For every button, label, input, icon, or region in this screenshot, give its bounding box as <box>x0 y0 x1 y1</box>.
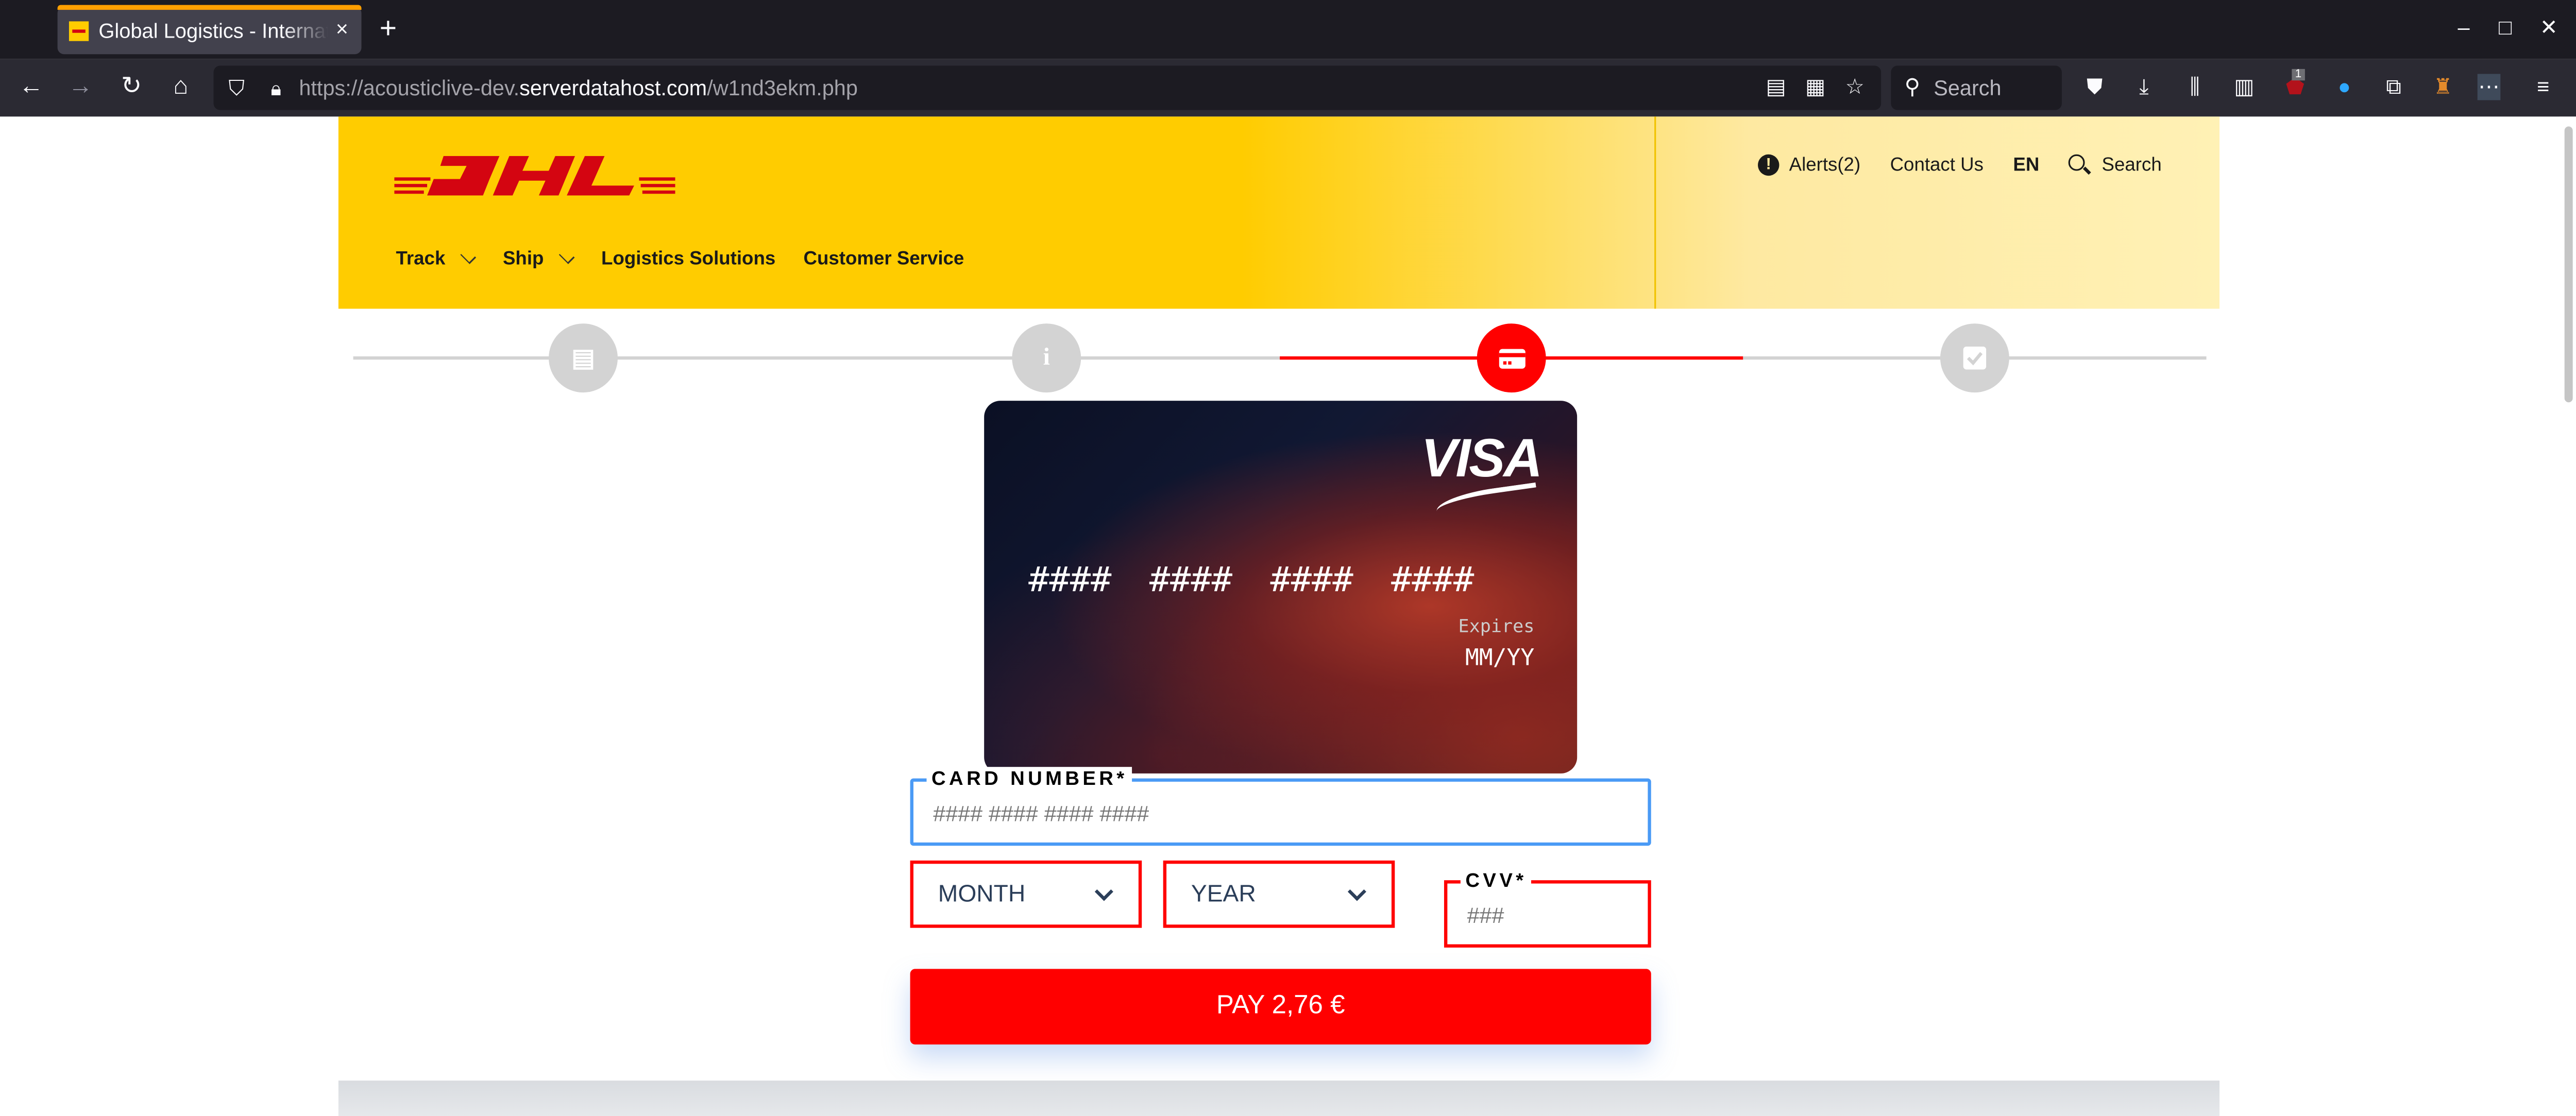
browser-toolbar: ← → ↻ ⌂ ⛉ 🔒︎ https://acousticlive-dev.se… <box>0 59 2576 117</box>
extension-globe-icon[interactable]: ● <box>2330 74 2359 100</box>
bookmark-star-icon[interactable]: ☆ <box>1840 74 1869 100</box>
pocket-icon[interactable]: ⛊ <box>2080 74 2109 100</box>
new-tab-button[interactable]: + <box>380 11 397 44</box>
maximize-button[interactable]: □ <box>2499 15 2512 40</box>
home-button[interactable]: ⌂ <box>164 72 197 101</box>
alert-icon: ! <box>1758 154 1780 176</box>
card-number-fieldset: CARD NUMBER* <box>910 767 1651 846</box>
extension-figure-icon[interactable]: ♜ <box>2428 74 2458 100</box>
close-tab-icon[interactable]: × <box>336 16 348 41</box>
forward-button[interactable]: → <box>64 72 97 101</box>
header-divider <box>1654 116 1656 309</box>
url-bar[interactable]: ⛉ 🔒︎ https://acousticlive-dev.serverdata… <box>213 65 1882 110</box>
language-selector[interactable]: EN <box>2013 155 2039 175</box>
close-window-button[interactable]: ✕ <box>2540 15 2558 41</box>
cvv-input[interactable] <box>1467 903 1632 928</box>
nav-ship-label: Ship <box>502 249 544 269</box>
dhl-favicon-icon <box>69 20 89 41</box>
card-number-preview: #### #### #### #### <box>1028 560 1474 599</box>
month-select-value: MONTH <box>938 882 1026 908</box>
reload-button[interactable]: ↻ <box>115 72 148 101</box>
url-path: /w1nd3ekm.php <box>707 75 858 100</box>
card-number-group: #### <box>1028 560 1112 599</box>
extension-badge: 1 <box>2292 68 2305 81</box>
reader-view-icon[interactable]: ▤ <box>1761 74 1790 100</box>
card-number-group: #### <box>1149 560 1233 599</box>
cvv-fieldset: CVV* <box>1444 868 1651 948</box>
url-text[interactable]: https://acousticlive-dev.serverdatahost.… <box>299 76 858 100</box>
expires-label: Expires <box>1458 615 1535 638</box>
sidebar-icon[interactable]: ▥ <box>2229 74 2259 100</box>
card-number-input[interactable] <box>933 801 1623 826</box>
utility-navigation: ! Alerts(2) Contact Us EN Search <box>1758 154 2162 176</box>
cvv-label: CVV* <box>1460 868 1532 892</box>
alerts-link[interactable]: Alerts(2) <box>1789 155 1861 175</box>
library-icon[interactable]: ⫼ <box>2180 74 2210 100</box>
card-number-group: #### <box>1270 560 1353 599</box>
screen: Global Logistics - International × + – □… <box>0 0 2576 1116</box>
chevron-down-icon <box>460 248 477 264</box>
nav-customer-service[interactable]: Customer Service <box>803 250 964 269</box>
nav-track-label: Track <box>396 249 446 269</box>
nav-ship[interactable]: Ship <box>502 248 575 269</box>
browser-tab-bar: Global Logistics - International × + – □… <box>0 0 2576 59</box>
step-1-contact-icon: ▤ <box>549 323 618 393</box>
back-button[interactable]: ← <box>15 72 48 101</box>
month-select[interactable]: MONTH <box>910 860 1142 928</box>
card-preview: VISA #### #### #### #### Expires MM/YY <box>984 401 1578 774</box>
extensions-icon[interactable]: ⧉ <box>2379 74 2408 100</box>
menu-icon[interactable]: ≡ <box>2529 74 2558 100</box>
tab-title: Global Logistics - International <box>98 19 328 42</box>
scrollbar-thumb[interactable] <box>2564 126 2573 403</box>
step-4-check-icon <box>1940 323 2009 393</box>
card-number-label: CARD NUMBER* <box>926 767 1133 790</box>
dhl-logo[interactable] <box>394 156 675 196</box>
nav-track[interactable]: Track <box>396 248 477 269</box>
downloads-icon[interactable]: ⤓ <box>2129 74 2159 100</box>
shield-icon[interactable]: ⛉ <box>220 74 253 103</box>
expires-value: MM/YY <box>1465 645 1535 672</box>
browser-search-box[interactable]: ⚲ Search <box>1891 65 2062 110</box>
visa-logo: VISA <box>1421 427 1543 488</box>
url-domain: serverdatahost.com <box>519 75 707 100</box>
chevron-down-icon <box>558 248 575 264</box>
chevron-down-icon <box>1347 882 1366 901</box>
qr-code-icon[interactable]: ▦ <box>1801 74 1830 100</box>
lock-icon[interactable]: 🔒︎ <box>260 74 293 103</box>
chevron-down-icon <box>1094 882 1113 901</box>
card-number-group: #### <box>1391 560 1475 599</box>
year-select-value: YEAR <box>1191 882 1256 908</box>
credit-card-icon <box>1498 348 1525 368</box>
main-navigation: Track Ship Logistics Solutions Customer … <box>396 248 992 269</box>
browser-tab[interactable]: Global Logistics - International × <box>57 5 362 55</box>
nav-logistics-solutions[interactable]: Logistics Solutions <box>601 250 775 269</box>
web-page: Track Ship Logistics Solutions Customer … <box>0 116 2576 1116</box>
search-icon <box>2069 154 2086 171</box>
contact-us-link[interactable]: Contact Us <box>1890 155 1984 175</box>
pay-button[interactable]: PAY 2,76 € <box>910 969 1651 1045</box>
search-icon: ⚲ <box>1904 74 1920 99</box>
step-2-info-icon: i <box>1012 323 1081 393</box>
check-icon <box>1963 346 1987 370</box>
url-prefix: https://acousticlive-dev. <box>299 75 520 100</box>
extension-dots-icon[interactable]: ⋯ <box>2477 74 2501 100</box>
minimize-button[interactable]: – <box>2458 15 2469 40</box>
site-header: Track Ship Logistics Solutions Customer … <box>338 116 2220 309</box>
page-scrollbar[interactable] <box>2560 116 2576 1116</box>
footer-section-edge <box>338 1080 2220 1116</box>
site-search-link[interactable]: Search <box>2102 155 2162 175</box>
step-connector <box>353 356 1280 360</box>
search-placeholder: Search <box>1934 75 2002 100</box>
step-3-credit-card-icon <box>1477 323 1546 393</box>
year-select[interactable]: YEAR <box>1163 860 1395 928</box>
